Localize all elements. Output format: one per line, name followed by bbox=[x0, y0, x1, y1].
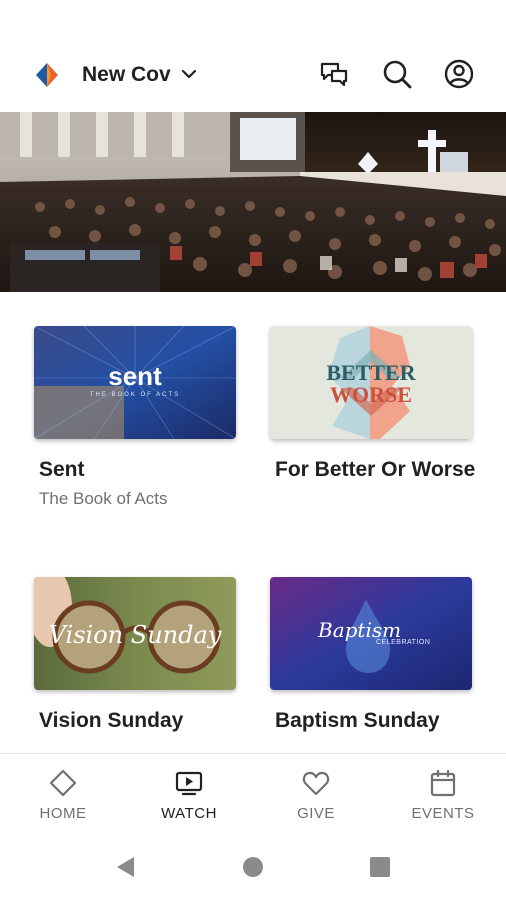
chat-icon[interactable] bbox=[318, 58, 350, 90]
account-icon[interactable] bbox=[443, 58, 475, 90]
app-screen: New Cov sent THE BOOK OF ACTS Sent The B… bbox=[0, 0, 506, 900]
vision-art-title: Vision Sunday bbox=[49, 621, 222, 649]
back-icon[interactable] bbox=[114, 855, 138, 879]
series-title[interactable]: For Better Or Worse bbox=[275, 455, 485, 484]
nav-home[interactable]: HOME bbox=[0, 754, 126, 834]
search-icon[interactable] bbox=[381, 58, 413, 90]
church-congregation-photo bbox=[0, 112, 506, 292]
vision-sunday-artwork: Vision Sunday bbox=[34, 577, 236, 690]
heart-icon bbox=[302, 771, 330, 796]
sent-series-artwork: sent THE BOOK OF ACTS bbox=[34, 326, 236, 439]
bottom-navigation: HOME WATCH GIVE EVENTS bbox=[0, 753, 506, 834]
baptism-art-subtitle: CELEBRATION bbox=[376, 639, 430, 646]
top-app-bar: New Cov bbox=[0, 40, 506, 110]
baptism-sunday-artwork: Baptism CELEBRATION bbox=[270, 577, 472, 690]
sent-art-title: sent bbox=[108, 361, 162, 391]
nav-label: EVENTS bbox=[411, 805, 475, 822]
nav-label: HOME bbox=[39, 805, 87, 822]
series-card-for-better-or-worse[interactable]: BETTER WORSE bbox=[270, 326, 472, 439]
diamond-icon bbox=[49, 769, 77, 797]
better-worse-series-artwork: BETTER WORSE bbox=[270, 326, 472, 439]
series-title[interactable]: Baptism Sunday bbox=[275, 706, 485, 735]
series-title[interactable]: Sent bbox=[39, 455, 249, 484]
sent-art-subtitle: THE BOOK OF ACTS bbox=[90, 392, 180, 398]
recents-square-icon[interactable] bbox=[368, 855, 392, 879]
hero-image bbox=[0, 112, 506, 292]
chevron-down-icon[interactable] bbox=[180, 67, 198, 81]
system-navigation-bar bbox=[0, 833, 506, 900]
calendar-icon bbox=[430, 769, 456, 797]
nav-label: GIVE bbox=[297, 805, 335, 822]
church-switcher[interactable]: New Cov bbox=[82, 62, 171, 88]
home-circle-icon[interactable] bbox=[241, 855, 265, 879]
logo-icon bbox=[36, 63, 58, 87]
nav-give[interactable]: GIVE bbox=[253, 754, 379, 834]
series-subtitle: The Book of Acts bbox=[39, 489, 168, 508]
tv-play-icon bbox=[175, 771, 203, 796]
series-card-sent[interactable]: sent THE BOOK OF ACTS bbox=[34, 326, 236, 439]
series-card-baptism-sunday[interactable]: Baptism CELEBRATION bbox=[270, 577, 472, 690]
worse-art-word: WORSE bbox=[330, 382, 412, 407]
series-card-vision-sunday[interactable]: Vision Sunday bbox=[34, 577, 236, 690]
nav-watch[interactable]: WATCH bbox=[126, 754, 252, 834]
nav-label: WATCH bbox=[161, 805, 217, 822]
nav-events[interactable]: EVENTS bbox=[380, 754, 506, 834]
series-title[interactable]: Vision Sunday bbox=[39, 706, 249, 735]
